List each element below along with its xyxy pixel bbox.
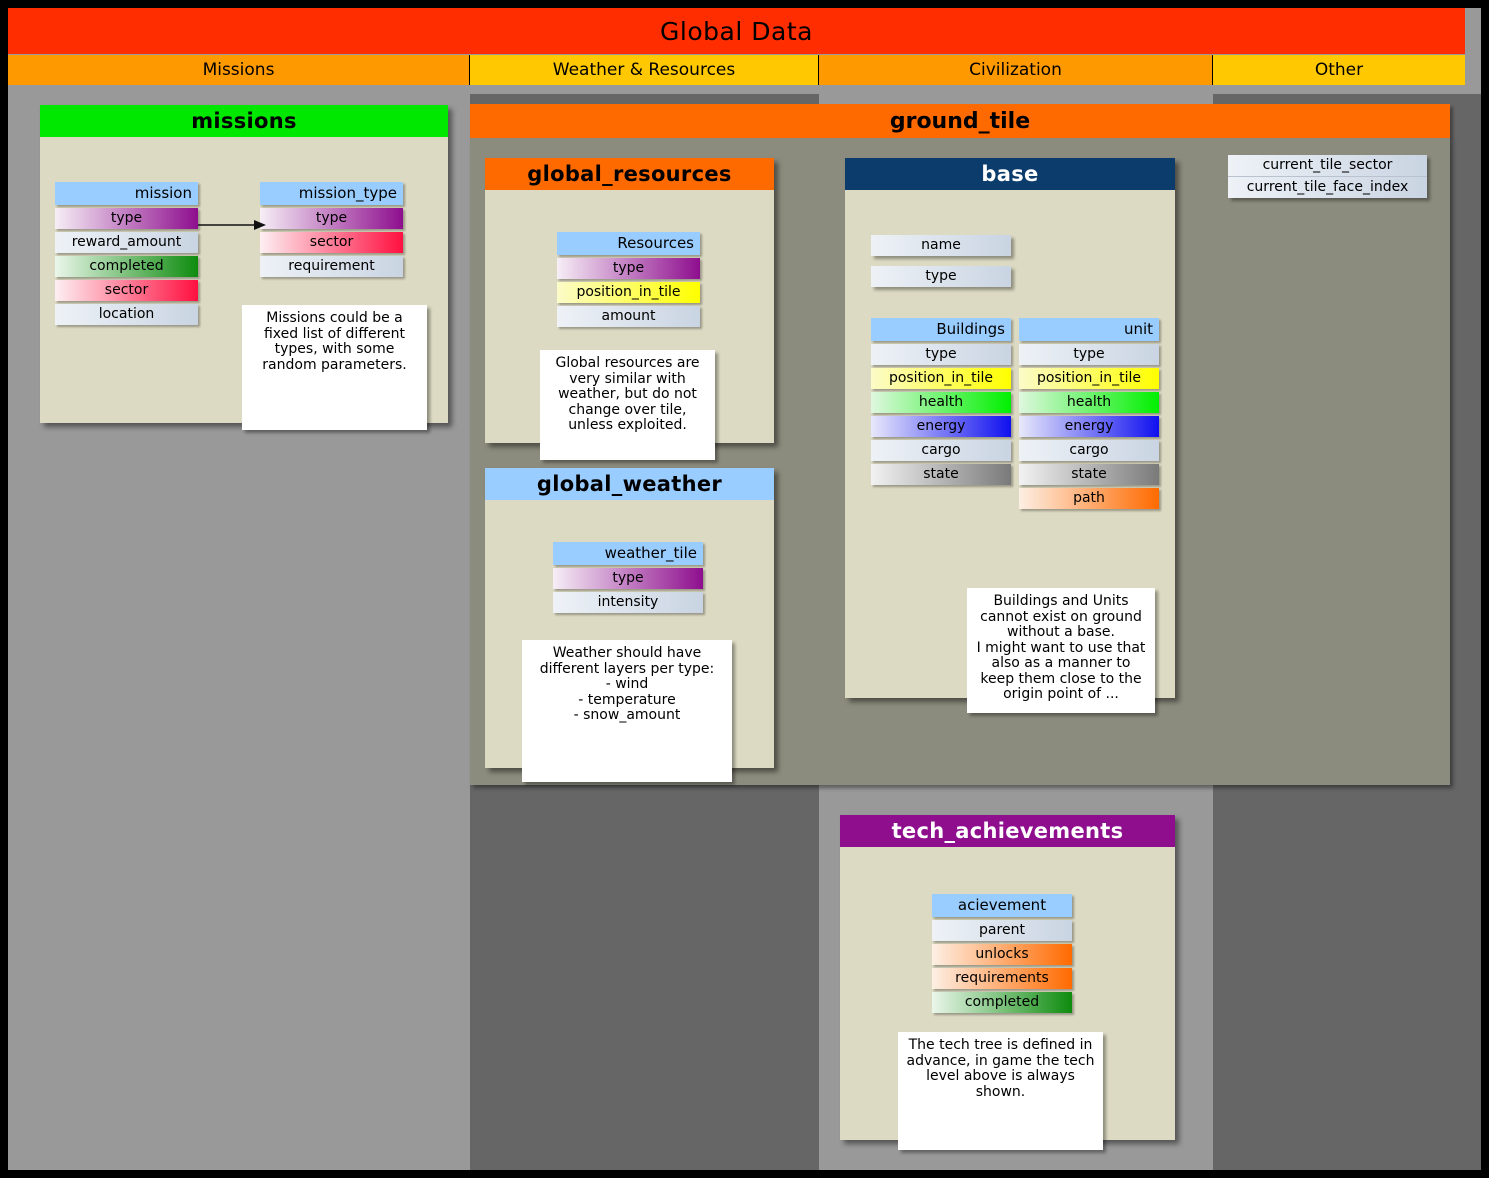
tab-missions[interactable]: Missions — [8, 55, 470, 85]
attr-buildings-cargo: cargo — [871, 440, 1011, 461]
entity-unit-name: unit — [1019, 318, 1159, 341]
entity-acievement: acievement parent unlocks requirements c… — [932, 894, 1072, 1013]
card-missions: missions mission type reward_amount comp… — [40, 105, 448, 430]
card-base-title: base — [845, 158, 1175, 190]
note-base: Buildings and Units cannot exist on grou… — [967, 588, 1155, 713]
attr-mission-completed: completed — [55, 256, 198, 277]
attr-mission-reward-amount: reward_amount — [55, 232, 198, 253]
attr-unit-health: health — [1019, 392, 1159, 413]
card-tech-achievements-body: acievement parent unlocks requirements c… — [840, 847, 1175, 1150]
card-missions-body: mission type reward_amount completed sec… — [40, 137, 448, 430]
card-base: base name type Buildings type position_i… — [845, 158, 1175, 713]
relation-arrow-mission-to-type — [198, 220, 266, 230]
tab-other[interactable]: Other — [1213, 55, 1465, 85]
entity-resources-name: Resources — [557, 232, 700, 255]
region-ground-tile-title: ground_tile — [470, 104, 1450, 138]
attr-unit-position-in-tile: position_in_tile — [1019, 368, 1159, 389]
attr-base-type: type — [871, 266, 1011, 287]
base-root-attrs-2: type — [871, 266, 1011, 287]
note-global-weather: Weather should have different layers per… — [522, 640, 732, 782]
attr-mission-type: type — [55, 208, 198, 229]
base-root-attrs: name — [871, 235, 1011, 256]
attr-buildings-energy: energy — [871, 416, 1011, 437]
attr-resources-type: type — [557, 258, 700, 279]
tab-civilization[interactable]: Civilization — [819, 55, 1213, 85]
attr-unit-cargo: cargo — [1019, 440, 1159, 461]
attr-mission-type-type: type — [260, 208, 403, 229]
entity-weather-tile-name: weather_tile — [553, 542, 703, 565]
tab-civilization-label: Civilization — [969, 60, 1062, 80]
note-global-resources: Global resources are very similar with w… — [540, 350, 715, 460]
tab-weather-resources[interactable]: Weather & Resources — [470, 55, 819, 85]
attr-mission-location: location — [55, 304, 198, 325]
attr-acievement-parent: parent — [932, 920, 1072, 941]
page-title: Global Data — [8, 8, 1465, 54]
card-global-weather-title: global_weather — [485, 468, 774, 500]
attr-mission-type-sector: sector — [260, 232, 403, 253]
attr-buildings-position-in-tile: position_in_tile — [871, 368, 1011, 389]
attr-weather-intensity: intensity — [553, 592, 703, 613]
attr-unit-type: type — [1019, 344, 1159, 365]
attr-current-tile-face-index: current_tile_face_index — [1228, 177, 1427, 198]
entity-buildings-name: Buildings — [871, 318, 1011, 341]
attr-buildings-type: type — [871, 344, 1011, 365]
attr-mission-type-requirement: requirement — [260, 256, 403, 277]
entity-buildings: Buildings type position_in_tile health e… — [871, 318, 1011, 485]
card-global-resources-body: Resources type position_in_tile amount G… — [485, 190, 774, 460]
card-tech-achievements: tech_achievements acievement parent unlo… — [840, 815, 1175, 1150]
attr-unit-energy: energy — [1019, 416, 1159, 437]
card-base-body: name type Buildings type position_in_til… — [845, 190, 1175, 713]
card-missions-title: missions — [40, 105, 448, 137]
attr-acievement-requirements: requirements — [932, 968, 1072, 989]
tab-weather-resources-label: Weather & Resources — [552, 60, 736, 80]
attr-buildings-health: health — [871, 392, 1011, 413]
entity-mission-type-name: mission_type — [260, 182, 403, 205]
attr-unit-path: path — [1019, 488, 1159, 509]
entity-resources: Resources type position_in_tile amount — [557, 232, 700, 327]
entity-mission: mission type reward_amount completed sec… — [55, 182, 198, 325]
note-missions: Missions could be a fixed list of differ… — [242, 305, 427, 430]
entity-unit: unit type position_in_tile health energy… — [1019, 318, 1159, 509]
attr-weather-type: type — [553, 568, 703, 589]
other-column-attrs: current_tile_sector current_tile_face_in… — [1228, 155, 1427, 198]
card-tech-achievements-title: tech_achievements — [840, 815, 1175, 847]
page-title-label: Global Data — [660, 16, 813, 46]
note-tech-achievements: The tech tree is defined in advance, in … — [898, 1032, 1103, 1150]
attr-buildings-state: state — [871, 464, 1011, 485]
attr-resources-position-in-tile: position_in_tile — [557, 282, 700, 303]
tab-missions-label: Missions — [202, 60, 275, 80]
entity-mission-name: mission — [55, 182, 198, 205]
attr-base-name: name — [871, 235, 1011, 256]
card-global-resources: global_resources Resources type position… — [485, 158, 774, 460]
attr-current-tile-sector: current_tile_sector — [1228, 155, 1427, 177]
attr-resources-amount: amount — [557, 306, 700, 327]
tab-other-label: Other — [1314, 60, 1364, 80]
tab-strip: Missions Weather & Resources Civilizatio… — [8, 55, 1465, 85]
entity-mission-type: mission_type type sector requirement — [260, 182, 403, 277]
card-global-weather-body: weather_tile type intensity Weather shou… — [485, 500, 774, 782]
card-global-weather: global_weather weather_tile type intensi… — [485, 468, 774, 782]
card-global-resources-title: global_resources — [485, 158, 774, 190]
attr-unit-state: state — [1019, 464, 1159, 485]
entity-weather-tile: weather_tile type intensity — [553, 542, 703, 613]
entity-acievement-name: acievement — [932, 894, 1072, 917]
attr-acievement-unlocks: unlocks — [932, 944, 1072, 965]
attr-acievement-completed: completed — [932, 992, 1072, 1013]
attr-mission-sector: sector — [55, 280, 198, 301]
